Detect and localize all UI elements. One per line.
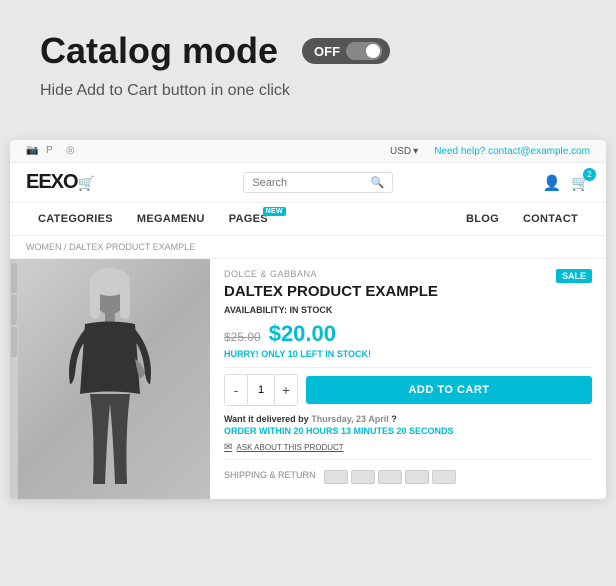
thumb-2[interactable] — [11, 295, 17, 325]
payment-icon-5 — [432, 470, 456, 484]
search-icon: 🔍 — [371, 176, 385, 189]
toggle-track — [346, 42, 382, 60]
menu-item-contact[interactable]: CONTACT — [511, 203, 590, 235]
payment-icon-1 — [324, 470, 348, 484]
search-box[interactable]: 🔍 — [243, 172, 393, 193]
catalog-mode-toggle[interactable]: OFF — [302, 38, 390, 64]
store-topbar: 📷 P ◎ USD ▾ Need help? contact@example.c… — [10, 140, 606, 163]
hero-section: Catalog mode OFF Hide Add to Cart button… — [0, 0, 616, 140]
topbar-left: 📷 P ◎ — [26, 145, 78, 157]
new-price: $20.00 — [269, 321, 336, 347]
cart-count: 2 — [583, 168, 596, 181]
new-badge: NEW — [263, 207, 286, 216]
price-row: $25.00 $20.00 — [224, 321, 592, 347]
store-navbar: EEXO🛒 🔍 👤 🛒 2 — [10, 163, 606, 203]
add-to-cart-button[interactable]: ADD TO CART — [306, 376, 592, 404]
old-price: $25.00 — [224, 330, 261, 344]
payment-icon-2 — [351, 470, 375, 484]
page-title: Catalog mode — [40, 30, 278, 72]
hero-subtitle: Hide Add to Cart button in one click — [40, 82, 576, 100]
sale-badge: SALE — [556, 269, 592, 283]
currency-selector[interactable]: USD ▾ — [390, 146, 418, 157]
nav-icons: 👤 🛒 2 — [543, 174, 590, 192]
payment-icon-4 — [405, 470, 429, 484]
contact-email[interactable]: contact@example.com — [488, 146, 590, 157]
pinterest-icon: P — [46, 145, 58, 157]
title-row: Catalog mode OFF — [40, 30, 576, 72]
thumb-3[interactable] — [11, 327, 17, 357]
qty-decrease-button[interactable]: - — [225, 375, 247, 405]
logo-cart-icon: 🛒 — [78, 175, 94, 191]
menu-right: BLOG CONTACT — [454, 203, 590, 235]
divider-1 — [224, 367, 592, 368]
menu-item-pages[interactable]: PAGES NEW — [217, 203, 288, 235]
product-silhouette — [55, 264, 165, 494]
product-brand: DOLCE & GABBANA — [224, 269, 317, 279]
shipping-section: SHIPPING & RETURN — [224, 459, 592, 484]
menu-item-categories[interactable]: CATEGORIES — [26, 203, 125, 235]
menu-left: CATEGORIES MEGAMENU PAGES NEW — [26, 203, 288, 235]
qty-increase-button[interactable]: + — [275, 375, 297, 405]
search-input[interactable] — [252, 177, 364, 189]
payment-icons — [324, 470, 456, 484]
store-menu: CATEGORIES MEGAMENU PAGES NEW BLOG CONTA… — [10, 203, 606, 236]
toggle-thumb — [366, 44, 380, 58]
product-image — [10, 259, 210, 499]
qty-control: - + — [224, 374, 298, 406]
payment-icon-3 — [378, 470, 402, 484]
menu-item-blog[interactable]: BLOG — [454, 203, 511, 235]
breadcrumb: WOMEN / DALTEX PRODUCT EXAMPLE — [10, 236, 606, 259]
product-details-col: DOLCE & GABBANA SALE DALTEX PRODUCT EXAM… — [210, 259, 606, 499]
order-text: Order within 20 HOURS 13 MINUTES 20 SECO… — [224, 426, 592, 436]
store-logo[interactable]: EEXO🛒 — [26, 171, 94, 194]
store-preview: 📷 P ◎ USD ▾ Need help? contact@example.c… — [10, 140, 606, 499]
rss-icon: ◎ — [66, 145, 78, 157]
hurry-text: HURRY! ONLY 10 LEFT IN STOCK! — [224, 349, 592, 359]
user-icon[interactable]: 👤 — [543, 174, 562, 192]
product-title: DALTEX PRODUCT EXAMPLE — [224, 283, 592, 301]
product-image-col — [10, 259, 210, 499]
ask-about-product-link[interactable]: ✉ ASK ABOUT THIS PRODUCT — [224, 442, 592, 453]
thumb-1[interactable] — [11, 263, 17, 293]
product-section: DOLCE & GABBANA SALE DALTEX PRODUCT EXAM… — [10, 259, 606, 499]
availability: AVAILABILITY: IN STOCK — [224, 305, 592, 315]
add-to-cart-row: - + ADD TO CART — [224, 374, 592, 406]
instagram-icon: 📷 — [26, 145, 38, 157]
delivery-text: Want it delivered by Thursday, 23 April … — [224, 414, 592, 424]
need-help-text: Need help? contact@example.com — [434, 146, 590, 157]
topbar-right: USD ▾ Need help? contact@example.com — [390, 146, 590, 157]
email-icon: ✉ — [224, 442, 232, 453]
menu-item-megamenu[interactable]: MEGAMENU — [125, 203, 217, 235]
thumbnail-strip — [10, 259, 18, 499]
cart-icon[interactable]: 🛒 2 — [571, 174, 590, 192]
toggle-label: OFF — [314, 44, 340, 59]
qty-input[interactable] — [247, 375, 275, 405]
